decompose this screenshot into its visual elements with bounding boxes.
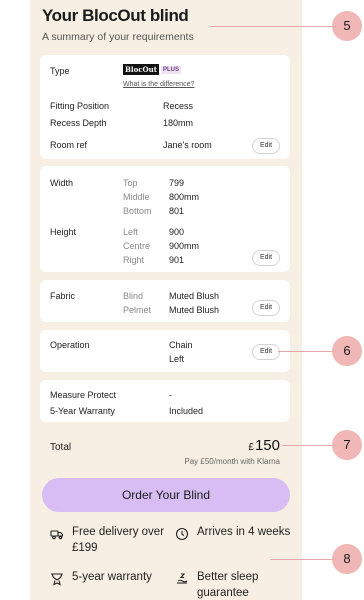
fabric-pelmet-value: Muted Blush (169, 305, 220, 315)
callout-line-5 (210, 26, 334, 27)
fabric-label: Fabric (50, 291, 76, 301)
height-left-label: Left (123, 227, 139, 237)
recess-depth-value: 180mm (163, 118, 194, 128)
callout-marker-5: 5 (332, 11, 362, 41)
clock-icon (175, 524, 189, 546)
fabric-blind-value: Muted Blush (169, 291, 220, 301)
feature-text: Free delivery over £199 (72, 526, 165, 554)
height-right-label: Right (123, 255, 145, 265)
award-ribbon-icon (50, 569, 64, 591)
height-label: Height (50, 227, 77, 237)
feature-text: 5-year warranty (72, 571, 152, 583)
total-price: £ 150 (248, 437, 280, 454)
measure-protect-label: Measure Protect (50, 390, 117, 400)
fabric-pelmet-label: Pelmet (123, 305, 152, 315)
klarna-text: Pay £50/month with Klarna (184, 457, 280, 466)
height-centre-value: 900mm (169, 241, 200, 251)
feature-text: Better sleep guarantee (197, 571, 259, 599)
type-label: Type (50, 66, 70, 76)
width-top-label: Top (123, 178, 138, 188)
operation-side-value: Left (169, 354, 185, 364)
page-subtitle: A summary of your requirements (42, 31, 194, 43)
width-label: Width (50, 178, 74, 188)
fitting-position-value: Recess (163, 101, 194, 111)
callout-marker-7: 7 (332, 430, 362, 460)
operation-edit-button[interactable]: Edit (252, 344, 280, 360)
callout-line-7 (282, 445, 334, 446)
room-ref-value: Jane's room (163, 140, 212, 150)
height-right-value: 901 (169, 255, 185, 265)
type-edit-button[interactable]: Edit (252, 138, 280, 154)
feature-arrival: Arrives in 4 weeks (175, 524, 295, 546)
feature-warranty: 5-year warranty (50, 569, 170, 591)
extras-card: Measure Protect - 5-Year Warranty Includ… (40, 380, 290, 422)
page-title: Your BlocOut blind (42, 6, 189, 25)
callout-line-6 (278, 351, 334, 352)
total-amount: 150 (254, 437, 280, 454)
width-middle-value: 800mm (169, 192, 200, 202)
currency-symbol: £ (248, 442, 254, 453)
feature-sleep: Better sleep guarantee (175, 569, 295, 600)
fabric-card: Fabric Blind Muted Blush Pelmet Muted Bl… (40, 280, 290, 322)
warranty-value: Included (169, 406, 204, 416)
fitting-position-label: Fitting Position (50, 101, 110, 111)
recess-depth-label: Recess Depth (50, 118, 107, 128)
order-blind-button[interactable]: Order Your Blind (42, 478, 290, 512)
room-ref-label: Room ref (50, 140, 88, 150)
warranty-label: 5-Year Warranty (50, 406, 115, 416)
width-middle-label: Middle (123, 192, 150, 202)
delivery-van-icon (50, 524, 64, 546)
callout-marker-6: 6 (332, 336, 362, 366)
height-left-value: 900 (169, 227, 185, 237)
width-bottom-label: Bottom (123, 206, 152, 216)
blocout-plus-logo: BlocOut PLUS (123, 64, 181, 75)
height-centre-label: Centre (123, 241, 151, 251)
width-top-value: 799 (169, 178, 185, 188)
size-card: Width Top 799 Middle 800mm Bottom 801 He… (40, 166, 290, 272)
total-label: Total (50, 442, 72, 453)
callout-marker-8: 8 (332, 544, 362, 574)
width-bottom-value: 801 (169, 206, 185, 216)
size-edit-button[interactable]: Edit (252, 250, 280, 266)
logo-badge: PLUS (160, 65, 181, 74)
feature-text: Arrives in 4 weeks (197, 526, 291, 538)
difference-link[interactable]: What is the difference? (123, 81, 194, 88)
fabric-edit-button[interactable]: Edit (252, 300, 280, 316)
callout-line-8 (270, 559, 334, 560)
sleep-icon (175, 569, 189, 591)
logo-text: BlocOut (123, 64, 159, 75)
measure-protect-value: - (169, 390, 172, 400)
operation-chain-value: Chain (169, 340, 193, 350)
operation-label: Operation (50, 340, 90, 350)
feature-free-delivery: Free delivery over £199 (50, 524, 165, 556)
fabric-blind-label: Blind (123, 291, 144, 301)
blind-summary-panel: Your BlocOut blind A summary of your req… (30, 0, 302, 600)
operation-card: Operation Chain Left Edit (40, 330, 290, 372)
